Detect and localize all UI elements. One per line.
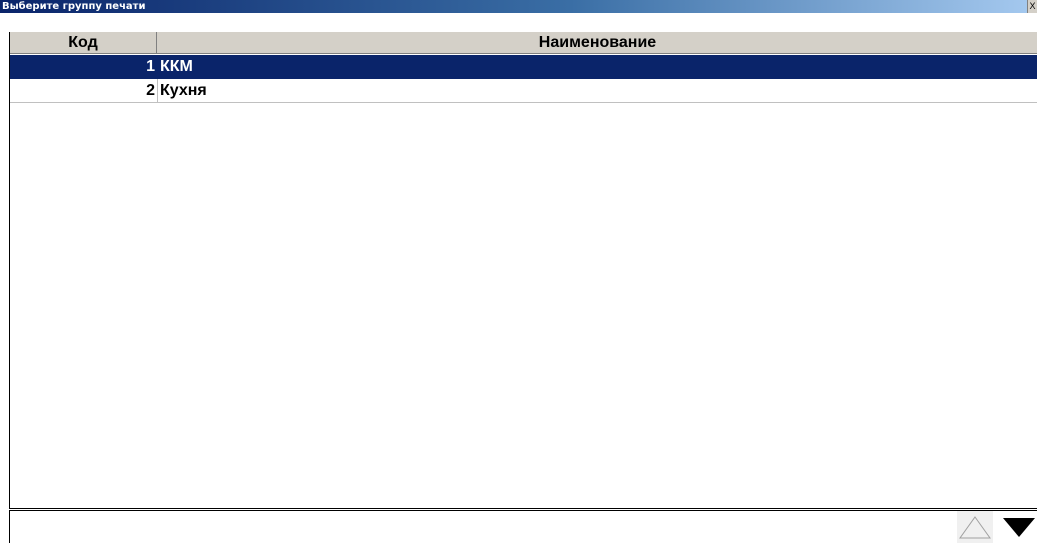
bottom-panel	[9, 510, 1037, 543]
row-divider	[10, 102, 1037, 103]
close-button[interactable]: X	[1027, 0, 1037, 13]
row-code: 1	[146, 58, 155, 75]
column-header-name[interactable]: Наименование	[158, 32, 1037, 54]
table-row[interactable]: 2 Кухня	[10, 79, 1037, 103]
scroll-up-button[interactable]	[957, 511, 993, 543]
row-name: Кухня	[160, 82, 207, 99]
triangle-up-icon	[959, 516, 991, 539]
row-name: ККМ	[160, 58, 193, 75]
window-title: Выберите группу печати	[2, 1, 146, 12]
row-code: 2	[146, 82, 155, 99]
column-header-code[interactable]: Код	[9, 32, 157, 54]
triangle-down-icon	[1003, 518, 1035, 537]
table-row[interactable]: 1 ККМ	[10, 55, 1037, 79]
table-header: Код Наименование	[9, 31, 1037, 54]
title-bar: Выберите группу печати X	[0, 0, 1037, 13]
scroll-down-button[interactable]	[1001, 511, 1037, 543]
